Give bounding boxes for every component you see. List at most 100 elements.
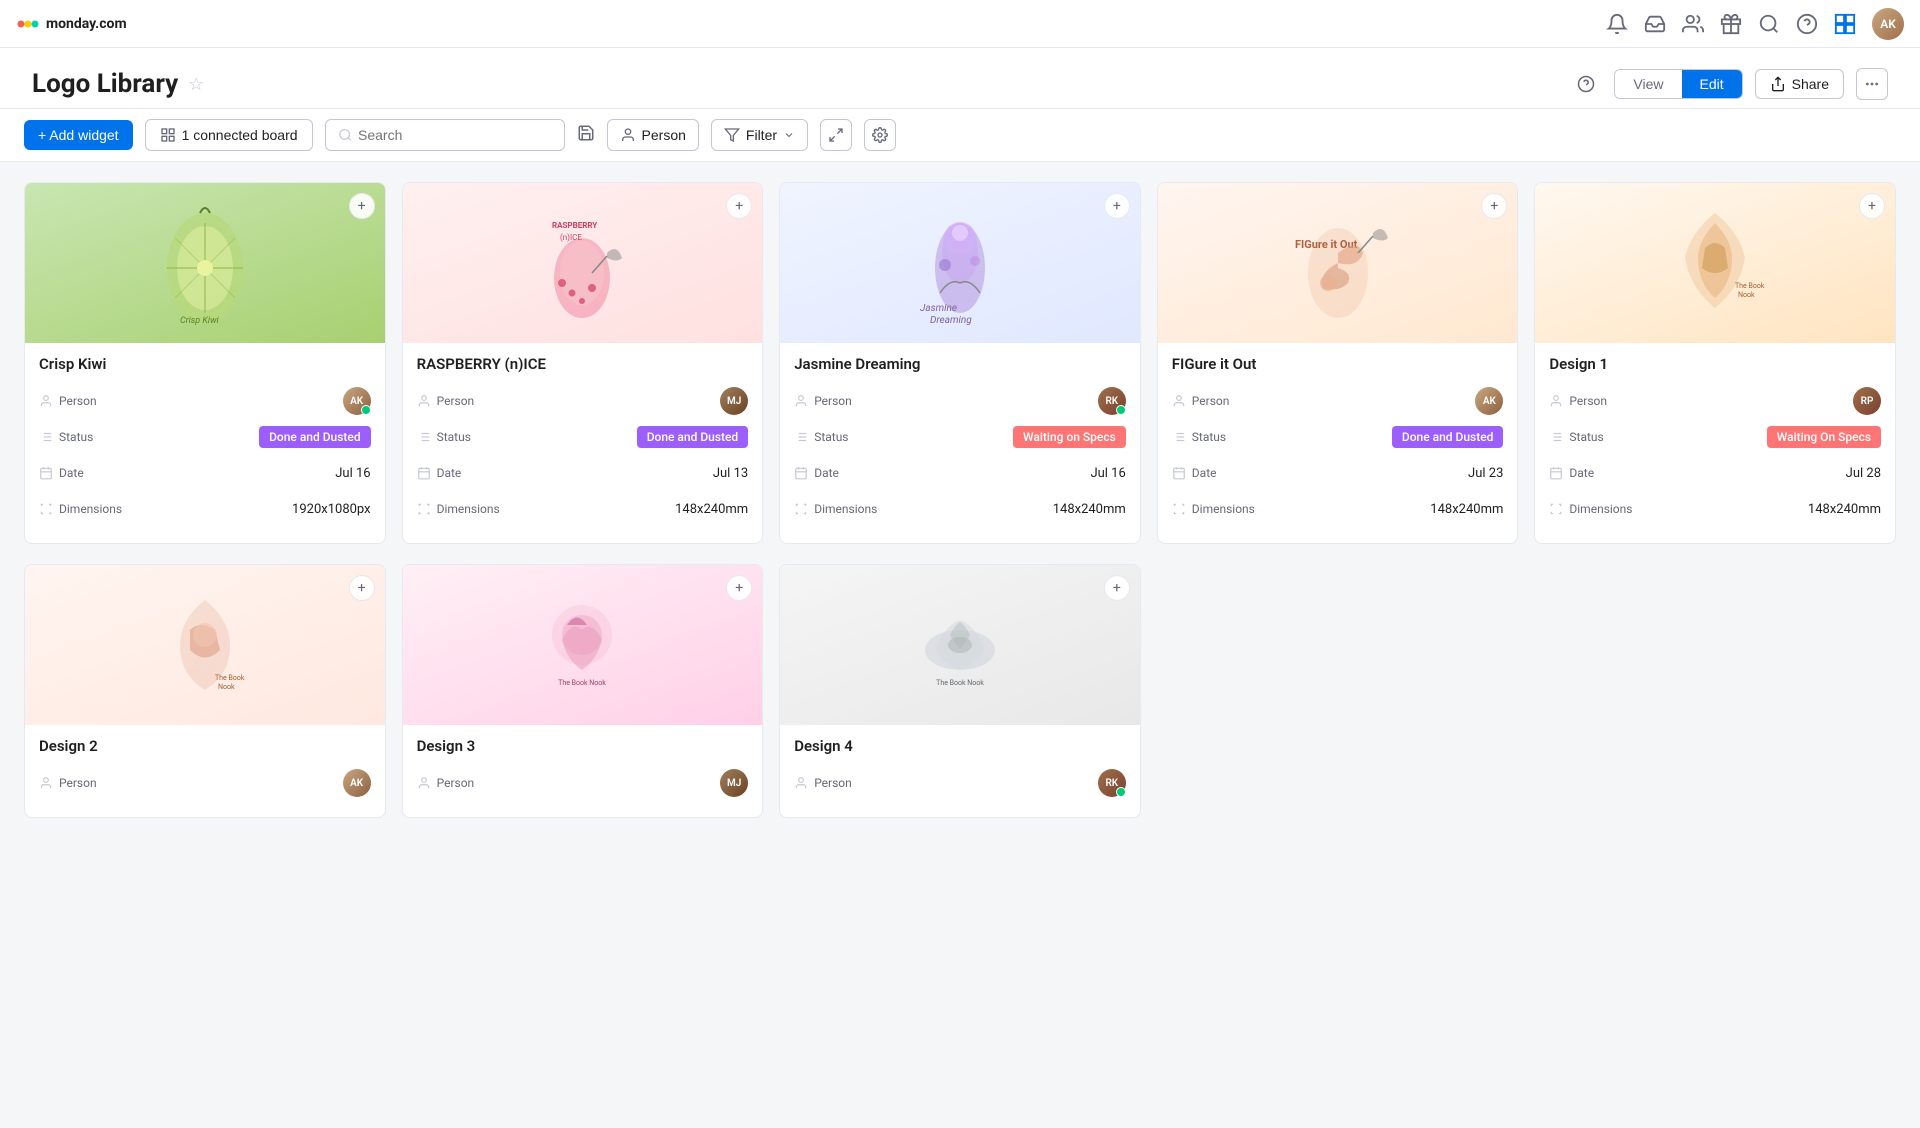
expand-button[interactable] xyxy=(820,119,852,151)
apps-icon[interactable] xyxy=(1834,13,1856,35)
card-title-design4: Design 4 xyxy=(794,737,1126,755)
board-icon xyxy=(160,127,176,143)
settings-icon xyxy=(872,127,888,143)
person-field-icon xyxy=(417,394,431,408)
status-badge-jasmine[interactable]: Waiting on Specs xyxy=(1013,426,1126,448)
avatar-badge xyxy=(1116,787,1126,797)
avatar-badge xyxy=(1116,405,1126,415)
inbox-icon[interactable] xyxy=(1644,13,1666,35)
card-field-status-jasmine: Status Waiting on Specs xyxy=(794,423,1126,451)
question-icon[interactable] xyxy=(1796,13,1818,35)
card-image-figure: FIGure it Out xyxy=(1158,183,1518,343)
card-add-button-design3[interactable]: + xyxy=(726,575,752,601)
card-add-button-jasmine[interactable]: + xyxy=(1104,193,1130,219)
gift-icon[interactable] xyxy=(1720,13,1742,35)
person-filter-button[interactable]: Person xyxy=(607,119,699,151)
dimensions-icon xyxy=(794,502,808,516)
filter-icon xyxy=(724,127,740,143)
card-image-design1: The Book Nook xyxy=(1535,183,1895,343)
date-value-raspberry: Jul 13 xyxy=(713,466,748,481)
search-nav-icon[interactable] xyxy=(1758,13,1780,35)
dimensions-value-design1: 148x240mm xyxy=(1808,502,1881,517)
top-navigation: monday.com AK xyxy=(0,0,1920,48)
status-badge-figure[interactable]: Done and Dusted xyxy=(1392,426,1504,448)
search-input[interactable] xyxy=(358,127,552,143)
page-title: Logo Library xyxy=(32,69,178,99)
share-label: Share xyxy=(1792,76,1829,92)
view-button[interactable]: View xyxy=(1615,70,1681,98)
card-add-button-design4[interactable]: + xyxy=(1104,575,1130,601)
card-add-button-crisp-kiwi[interactable]: + xyxy=(349,193,375,219)
page-header: Logo Library ☆ View Edit Share xyxy=(0,48,1920,109)
app-logo[interactable]: monday.com xyxy=(16,12,127,36)
card-field-person-design1: Person RP xyxy=(1549,387,1881,415)
date-value-jasmine: Jul 16 xyxy=(1090,466,1125,481)
status-icon xyxy=(39,430,53,444)
bell-icon[interactable] xyxy=(1606,13,1628,35)
people-icon[interactable] xyxy=(1682,13,1704,35)
status-badge-crisp-kiwi[interactable]: Done and Dusted xyxy=(259,426,371,448)
svg-text:(n)ICE: (n)ICE xyxy=(560,233,582,242)
card-title-design1: Design 1 xyxy=(1549,355,1881,373)
view-edit-toggle: View Edit xyxy=(1614,69,1742,99)
card-jasmine: Jasmine Dreaming + Jasmine Dreaming Pers… xyxy=(779,182,1141,544)
connected-board-label: 1 connected board xyxy=(182,127,298,143)
card-title-figure: FIGure it Out xyxy=(1172,355,1504,373)
card-add-button-design1[interactable]: + xyxy=(1859,193,1885,219)
card-field-status-figure: Status Done and Dusted xyxy=(1172,423,1504,451)
svg-text:The Book: The Book xyxy=(1735,282,1765,290)
card-field-dimensions-figure: Dimensions 148x240mm xyxy=(1172,495,1504,523)
card-body-design1: Design 1 Person RP Status Waiting On Spe… xyxy=(1535,343,1895,543)
svg-text:Crisp Kiwi: Crisp Kiwi xyxy=(180,316,220,326)
status-badge-design1[interactable]: Waiting On Specs xyxy=(1767,426,1881,448)
settings-button[interactable] xyxy=(864,119,896,151)
edit-button[interactable]: Edit xyxy=(1682,70,1742,98)
person-avatar-crisp-kiwi: AK xyxy=(343,387,371,415)
card-add-button-raspberry[interactable]: + xyxy=(726,193,752,219)
search-box[interactable] xyxy=(325,119,565,151)
user-avatar[interactable]: AK xyxy=(1872,8,1904,40)
person-avatar-jasmine: RK xyxy=(1098,387,1126,415)
person-field-icon xyxy=(1172,394,1186,408)
add-widget-button[interactable]: + Add widget xyxy=(24,120,133,150)
share-button[interactable]: Share xyxy=(1755,69,1844,99)
search-icon xyxy=(338,127,352,143)
card-field-dimensions-jasmine: Dimensions 148x240mm xyxy=(794,495,1126,523)
date-value-design1: Jul 28 xyxy=(1846,466,1881,481)
card-title-jasmine: Jasmine Dreaming xyxy=(794,355,1126,373)
date-icon xyxy=(417,466,431,480)
card-body-design2: Design 2 Person AK xyxy=(25,725,385,817)
person-field-icon xyxy=(794,394,808,408)
person-field-icon xyxy=(794,776,808,790)
svg-text:The Book Nook: The Book Nook xyxy=(936,679,984,687)
status-icon xyxy=(1172,430,1186,444)
status-icon xyxy=(1549,430,1563,444)
dimensions-value-jasmine: 148x240mm xyxy=(1053,502,1126,517)
save-icon[interactable] xyxy=(577,124,595,146)
person-avatar-figure: AK xyxy=(1475,387,1503,415)
more-options-button[interactable] xyxy=(1856,68,1888,100)
card-field-status-crisp-kiwi: Status Done and Dusted xyxy=(39,423,371,451)
help-button[interactable] xyxy=(1570,68,1602,100)
person-avatar-design3: MJ xyxy=(720,769,748,797)
filter-button[interactable]: Filter xyxy=(711,119,808,151)
card-image-raspberry: RASPBERRY (n)ICE xyxy=(403,183,763,343)
card-crisp-kiwi: Crisp Kiwi + Crisp Kiwi Person AK Status xyxy=(24,182,386,544)
card-body-design3: Design 3 Person MJ xyxy=(403,725,763,817)
card-body-design4: Design 4 Person RK xyxy=(780,725,1140,817)
cards-grid-row2: The Book Nook + Design 2 Person AK xyxy=(0,564,1920,838)
svg-text:RASPBERRY: RASPBERRY xyxy=(552,221,597,230)
filter-chevron-icon xyxy=(783,129,795,141)
connected-board-button[interactable]: 1 connected board xyxy=(145,119,313,151)
card-image-design2: The Book Nook xyxy=(25,565,385,725)
person-label-crisp-kiwi: Person xyxy=(59,394,97,408)
person-avatar-design1: RP xyxy=(1853,387,1881,415)
dimensions-value-figure: 148x240mm xyxy=(1430,502,1503,517)
card-add-button-design2[interactable]: + xyxy=(349,575,375,601)
card-image-crisp-kiwi: Crisp Kiwi xyxy=(25,183,385,343)
date-icon xyxy=(794,466,808,480)
card-field-person-design2: Person AK xyxy=(39,769,371,797)
status-badge-raspberry[interactable]: Done and Dusted xyxy=(637,426,749,448)
share-icon xyxy=(1770,76,1786,92)
favorite-star-icon[interactable]: ☆ xyxy=(188,74,204,95)
